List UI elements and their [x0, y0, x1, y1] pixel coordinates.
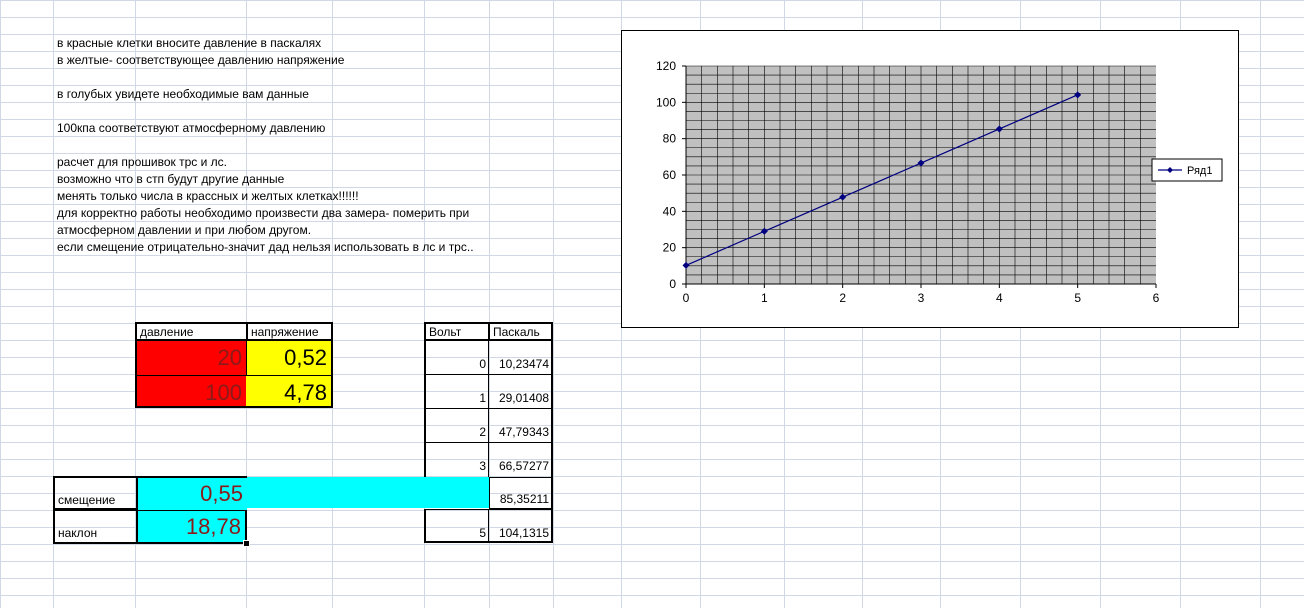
offset-label: смещение: [53, 476, 136, 510]
x-tick-label: 2: [839, 291, 846, 305]
voltage-input-cell[interactable]: 4,78: [246, 375, 333, 408]
header-voltage[interactable]: напряжение: [246, 322, 333, 341]
y-tick-label: 40: [663, 204, 677, 218]
pascal-cell: 29,01408: [489, 375, 553, 409]
pascal-cell: 10,23474: [489, 341, 553, 375]
pascal-cell: 66,57277: [489, 443, 553, 477]
volt-cell: 1: [424, 375, 489, 409]
line-chart[interactable]: 0 20 40 60 80 100 120 0 1 2 3 4 5 6 Ряд1: [621, 30, 1239, 328]
y-tick-label: 60: [663, 168, 677, 182]
header-volt: Вольт: [424, 322, 489, 341]
header-pascal: Паскаль: [489, 322, 553, 341]
x-tick-label: 5: [1074, 291, 1081, 305]
x-tick-label: 0: [683, 291, 690, 305]
y-tick-label: 20: [663, 241, 677, 255]
volt-cell: 5: [424, 509, 489, 543]
note-line: в красные клетки вносите давление в паск…: [57, 36, 322, 50]
y-tick-label: 0: [669, 277, 676, 291]
pascal-cell: 85,35211: [489, 477, 553, 509]
chart-canvas: 0 20 40 60 80 100 120 0 1 2 3 4 5 6 Ряд1: [656, 59, 1223, 305]
pascal-cell: 104,1315: [489, 509, 553, 543]
slope-value-cell[interactable]: 18,78: [136, 510, 247, 544]
cyan-highlight-band: [247, 477, 489, 508]
note-line: атмосферном давлении и при любом другом.: [57, 223, 312, 237]
pressure-input-cell[interactable]: 100: [135, 375, 247, 408]
x-tick-label: 3: [918, 291, 925, 305]
header-pressure[interactable]: давление: [135, 322, 247, 341]
pascal-cell: 47,79343: [489, 409, 553, 443]
fill-handle[interactable]: [243, 540, 250, 547]
y-tick-label: 80: [663, 132, 677, 146]
note-line: в голубых увидете необходимые вам данные: [57, 87, 309, 101]
x-tick-label: 1: [761, 291, 768, 305]
voltage-input-cell[interactable]: 0,52: [246, 341, 333, 375]
volt-cell: 2: [424, 409, 489, 443]
note-line: для корректно работы необходимо произвес…: [57, 206, 470, 220]
note-line: менять только числа в крассных и желтых …: [57, 189, 359, 203]
volt-cell: 0: [424, 341, 489, 375]
x-tick-label: 4: [996, 291, 1003, 305]
y-tick-label: 100: [656, 95, 676, 109]
x-tick-label: 6: [1153, 291, 1160, 305]
note-line: если смещение отрицательно-значит дад не…: [57, 240, 474, 254]
slope-label: наклон: [53, 510, 136, 544]
volt-cell: 3: [424, 443, 489, 477]
note-line: расчет для прошивок трс и лс.: [57, 155, 227, 169]
pressure-input-cell[interactable]: 20: [135, 341, 247, 375]
note-line: 100кпа соответствуют атмосферному давлен…: [57, 121, 326, 135]
y-tick-label: 120: [656, 59, 676, 73]
note-line: возможно что в стп будут другие данные: [57, 172, 285, 186]
note-line: в желтые- соответствующее давлению напря…: [57, 53, 345, 67]
legend-label: Ряд1: [1187, 165, 1212, 177]
offset-value-cell[interactable]: 0,55: [136, 476, 247, 510]
